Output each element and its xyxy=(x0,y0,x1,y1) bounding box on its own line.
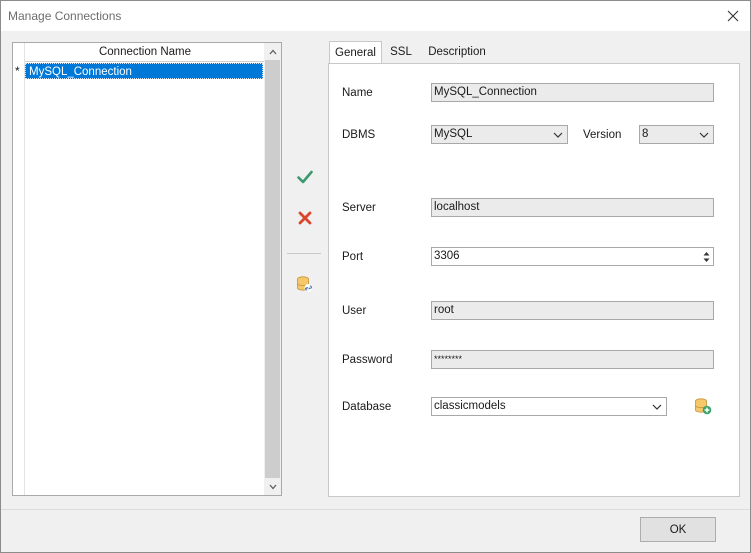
database-select[interactable]: classicmodels xyxy=(431,397,667,416)
user-label: User xyxy=(342,305,367,317)
server-field[interactable]: localhost xyxy=(431,198,714,217)
chevron-down-icon xyxy=(699,132,709,138)
port-spin-buttons[interactable] xyxy=(701,248,711,265)
server-value: localhost xyxy=(434,201,480,213)
user-value: root xyxy=(434,304,454,316)
spin-up-down-icon xyxy=(703,251,709,262)
tab-description[interactable]: Description xyxy=(424,41,490,63)
password-field[interactable]: ******** xyxy=(431,350,714,369)
tab-description-label: Description xyxy=(428,46,486,58)
window-title: Manage Connections xyxy=(8,9,122,23)
dbms-label: DBMS xyxy=(342,129,376,141)
scroll-down-button[interactable] xyxy=(264,478,281,495)
user-field[interactable]: root xyxy=(431,301,714,320)
close-icon xyxy=(727,10,739,22)
checkmark-icon xyxy=(297,170,313,184)
tab-ssl-label: SSL xyxy=(390,46,412,58)
column-header-connection-name[interactable]: Connection Name xyxy=(25,43,265,62)
port-label: Port xyxy=(342,251,364,263)
version-label: Version xyxy=(583,129,622,141)
tab-general-label: General xyxy=(335,47,376,59)
version-dropdown-button[interactable] xyxy=(695,126,713,143)
chevron-down-icon xyxy=(553,132,563,138)
port-stepper[interactable]: 3306 xyxy=(431,247,714,266)
database-link-icon xyxy=(297,276,313,292)
tab-ssl[interactable]: SSL xyxy=(386,41,416,63)
chevron-down-icon xyxy=(652,404,662,410)
add-database-button[interactable] xyxy=(694,397,714,417)
password-value: ******** xyxy=(434,354,463,364)
grid-vertical-scrollbar[interactable] xyxy=(264,43,281,495)
name-field[interactable]: MySQL_Connection xyxy=(431,83,714,102)
apply-button[interactable] xyxy=(293,165,317,189)
delete-button[interactable] xyxy=(293,206,317,230)
footer-divider xyxy=(1,509,750,510)
name-label: Name xyxy=(342,87,373,99)
database-dropdown-button[interactable] xyxy=(648,398,666,415)
server-label: Server xyxy=(342,202,376,214)
connection-name-cell[interactable]: MySQL_Connection xyxy=(25,63,263,79)
connections-grid[interactable]: Connection Name * MySQL_Connection xyxy=(12,42,282,496)
toolbar-separator xyxy=(287,253,321,254)
dbms-select[interactable]: MySQL xyxy=(431,125,568,144)
dbms-value: MySQL xyxy=(434,128,473,140)
table-row[interactable]: * MySQL_Connection xyxy=(13,63,265,79)
dbms-dropdown-button[interactable] xyxy=(549,126,567,143)
port-value: 3306 xyxy=(434,250,460,262)
version-select[interactable]: 8 xyxy=(639,125,714,144)
database-add-icon xyxy=(695,398,712,415)
database-label: Database xyxy=(342,401,392,413)
chevron-up-icon xyxy=(269,49,276,54)
name-value: MySQL_Connection xyxy=(434,86,537,98)
close-button[interactable] xyxy=(716,1,750,31)
scroll-thumb[interactable] xyxy=(265,60,280,478)
row-indicator: * xyxy=(15,64,20,78)
chevron-down-icon xyxy=(269,484,276,489)
database-value: classicmodels xyxy=(434,400,506,412)
manage-connections-dialog: Manage Connections Connection Name * MyS… xyxy=(0,0,751,553)
column-header-label: Connection Name xyxy=(98,46,192,58)
test-connection-button[interactable] xyxy=(293,272,317,296)
password-label: Password xyxy=(342,354,393,366)
title-bar: Manage Connections xyxy=(1,1,750,31)
scroll-up-button[interactable] xyxy=(264,43,281,60)
row-indicator-column xyxy=(13,43,25,495)
delete-x-icon xyxy=(298,211,312,225)
ok-button[interactable]: OK xyxy=(640,517,716,542)
version-value: 8 xyxy=(642,128,649,140)
tab-general[interactable]: General xyxy=(329,41,382,64)
